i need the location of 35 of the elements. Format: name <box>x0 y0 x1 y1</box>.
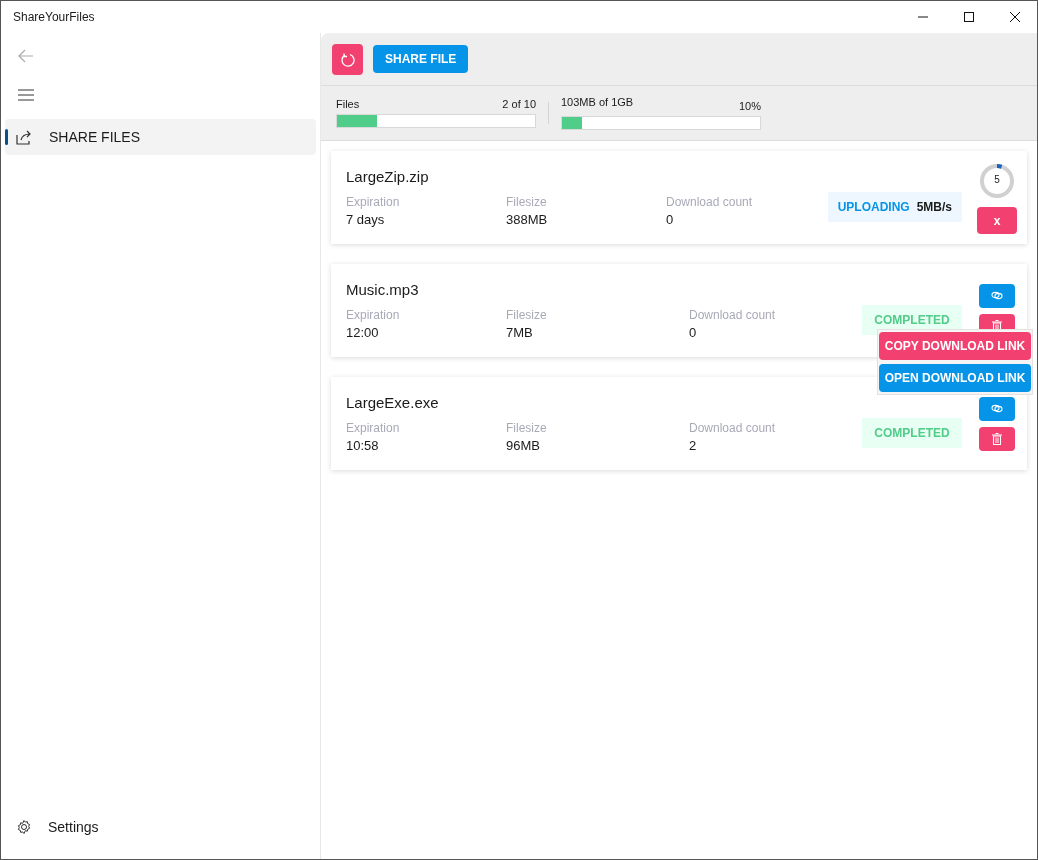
field-label: Filesize <box>506 421 548 435</box>
field-value: 96MB <box>506 438 541 453</box>
file-name: LargeZip.zip <box>346 168 430 185</box>
field-value: 12:00 <box>346 325 380 340</box>
field-value: 7MB <box>506 325 534 340</box>
field-value: 2 <box>689 438 698 453</box>
file-name: LargeExe.exe <box>346 394 440 411</box>
field-label: Expiration <box>346 308 401 322</box>
settings-item[interactable]: Settings <box>5 809 316 845</box>
menu-item[interactable]: COPY DOWNLOAD LINK <box>879 332 1031 360</box>
progress-ring: 5 <box>977 161 1017 201</box>
field-label: Download count <box>689 308 777 322</box>
stat-reading: 10% <box>738 100 761 112</box>
field-label: Download count <box>689 421 777 435</box>
field-label: Expiration <box>346 195 401 209</box>
field-label: Download count <box>666 195 754 209</box>
field-label: Expiration <box>346 421 401 435</box>
stat-label: Files <box>336 98 360 110</box>
stat-label: 103MB of 1GB <box>561 96 634 110</box>
cancel-button[interactable]: x <box>977 207 1017 234</box>
menu-item[interactable]: OPEN DOWNLOAD LINK <box>879 364 1031 392</box>
field-label: Filesize <box>506 195 548 209</box>
stat-reading: 2 of 10 <box>502 98 536 110</box>
nav-item[interactable]: SHARE FILES <box>5 119 316 155</box>
field-value: 388MB <box>506 212 549 227</box>
field-value: 0 <box>689 325 698 340</box>
file-name: Music.mp3 <box>346 281 420 298</box>
field-value: 7 days <box>346 212 386 227</box>
status-badge: UPLOADING 5MB/s <box>827 191 962 222</box>
status-badge: COMPLETED <box>862 417 962 448</box>
field-value: 10:58 <box>346 438 380 453</box>
field-label: Filesize <box>506 308 548 322</box>
share-file-button[interactable]: SHARE FILE <box>373 45 469 73</box>
window-title: ShareYourFiles <box>13 10 95 24</box>
field-value: 0 <box>666 212 675 227</box>
